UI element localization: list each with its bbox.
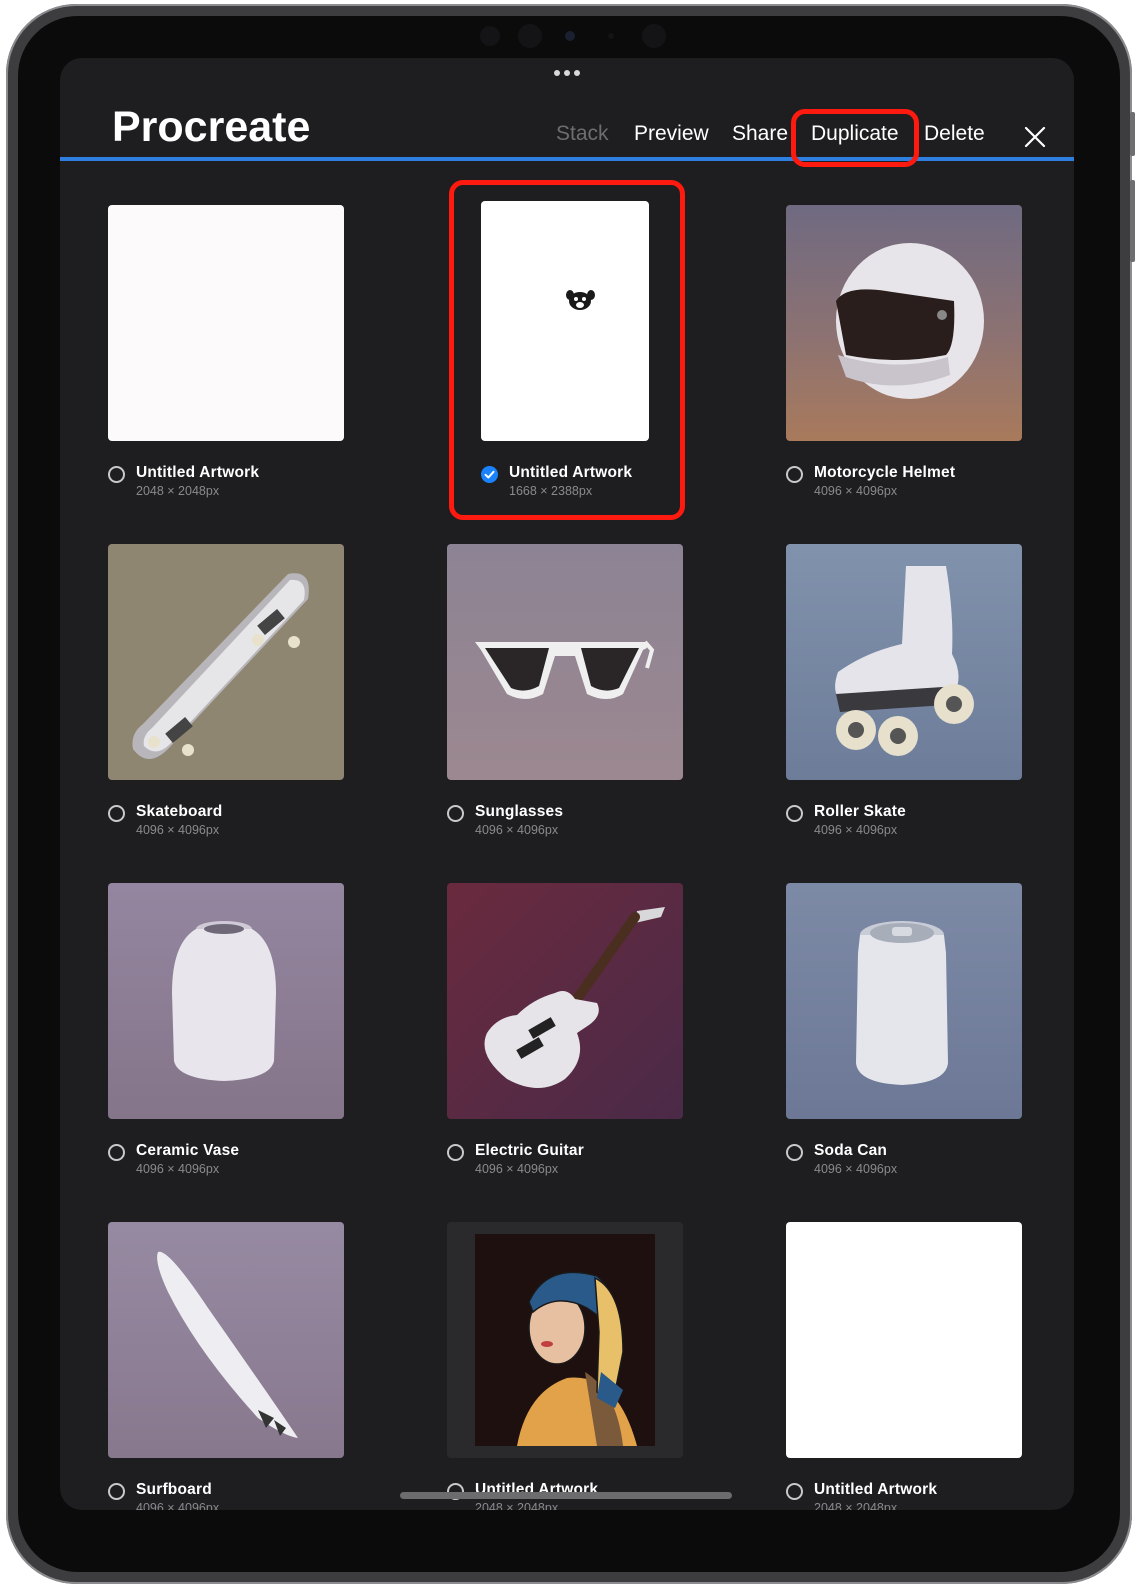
artwork-thumbnail[interactable] [108,544,344,780]
share-button[interactable]: Share [732,122,788,146]
surfboard-icon [157,1251,298,1438]
artwork-dims: 4096 × 4096px [136,823,220,837]
artwork-dims: 4096 × 4096px [136,1162,220,1176]
preview-button[interactable]: Preview [634,122,709,146]
artwork-dims: 4096 × 4096px [136,1501,220,1510]
gallery-screen: Procreate Stack Preview Share Duplicate … [60,58,1074,1510]
sunglasses-icon [475,640,655,699]
select-radio[interactable] [108,805,125,822]
roller-skate-icon [835,566,974,756]
sensor-icon [518,24,542,48]
artwork-name: Untitled Artwork [814,1481,938,1498]
artwork-thumbnail[interactable] [481,201,649,441]
artwork-thumbnail[interactable] [786,883,1022,1119]
volume-down-button [1130,180,1135,262]
volume-up-button [1130,112,1135,156]
select-radio[interactable] [786,466,803,483]
select-radio[interactable] [786,805,803,822]
artwork-dims: 4096 × 4096px [814,1162,898,1176]
artwork-thumbnail[interactable] [447,544,683,780]
sensor-icon [480,26,500,46]
artwork-dims: 2048 × 2048px [814,1501,898,1510]
artwork-dims: 1668 × 2388px [509,484,593,498]
delete-button[interactable]: Delete [924,122,985,146]
sensor-icon [608,33,614,39]
select-radio[interactable] [447,1144,464,1161]
artwork-name: Electric Guitar [475,1142,584,1159]
select-radio[interactable] [108,1483,125,1500]
artwork-thumbnail[interactable] [447,1222,683,1458]
artwork-thumbnail[interactable] [786,205,1022,441]
artwork-dims: 4096 × 4096px [475,1162,559,1176]
guitar-icon [484,907,665,1088]
app-title: Procreate [112,103,311,151]
artwork-dims: 2048 × 2048px [475,1501,559,1510]
select-radio[interactable] [786,1144,803,1161]
artwork-name: Skateboard [136,803,223,820]
select-radio[interactable] [786,1483,803,1500]
artwork-name: Motorcycle Helmet [814,464,956,481]
dog-sketch-icon [566,290,595,310]
artwork-thumbnail[interactable] [786,1222,1022,1458]
artwork-name: Ceramic Vase [136,1142,240,1159]
artwork-dims: 2048 × 2048px [136,484,220,498]
camera-icon [565,31,575,41]
artwork-thumbnail[interactable] [108,883,344,1119]
artwork-name: Untitled Artwork [509,464,633,481]
select-radio[interactable] [447,805,464,822]
artwork-dims: 4096 × 4096px [814,484,898,498]
skateboard-icon [132,573,309,759]
vase-icon [172,921,276,1081]
artwork-thumbnail[interactable] [108,1222,344,1458]
close-icon[interactable] [1022,124,1048,150]
artwork-name: Sunglasses [475,803,564,820]
helmet-icon [836,243,984,399]
artwork-name: Soda Can [814,1142,888,1159]
select-radio[interactable] [108,1144,125,1161]
soda-can-icon [856,921,948,1085]
artwork-name: Untitled Artwork [136,464,260,481]
artwork-thumbnail[interactable] [786,544,1022,780]
sensor-icon [642,24,666,48]
artwork-thumbnail[interactable] [447,883,683,1119]
select-radio[interactable] [108,466,125,483]
stack-button[interactable]: Stack [556,122,609,146]
home-indicator[interactable] [400,1492,732,1499]
selection-bar [60,157,1074,161]
duplicate-highlight [791,109,919,167]
artwork-dims: 4096 × 4096px [475,823,559,837]
artwork-name: Roller Skate [814,803,906,820]
artwork-thumbnail[interactable] [108,205,344,441]
more-icon[interactable] [552,70,582,78]
artwork-name: Surfboard [136,1481,212,1498]
portrait-icon [475,1234,655,1446]
artwork-dims: 4096 × 4096px [814,823,898,837]
selected-check-icon[interactable] [481,466,498,483]
